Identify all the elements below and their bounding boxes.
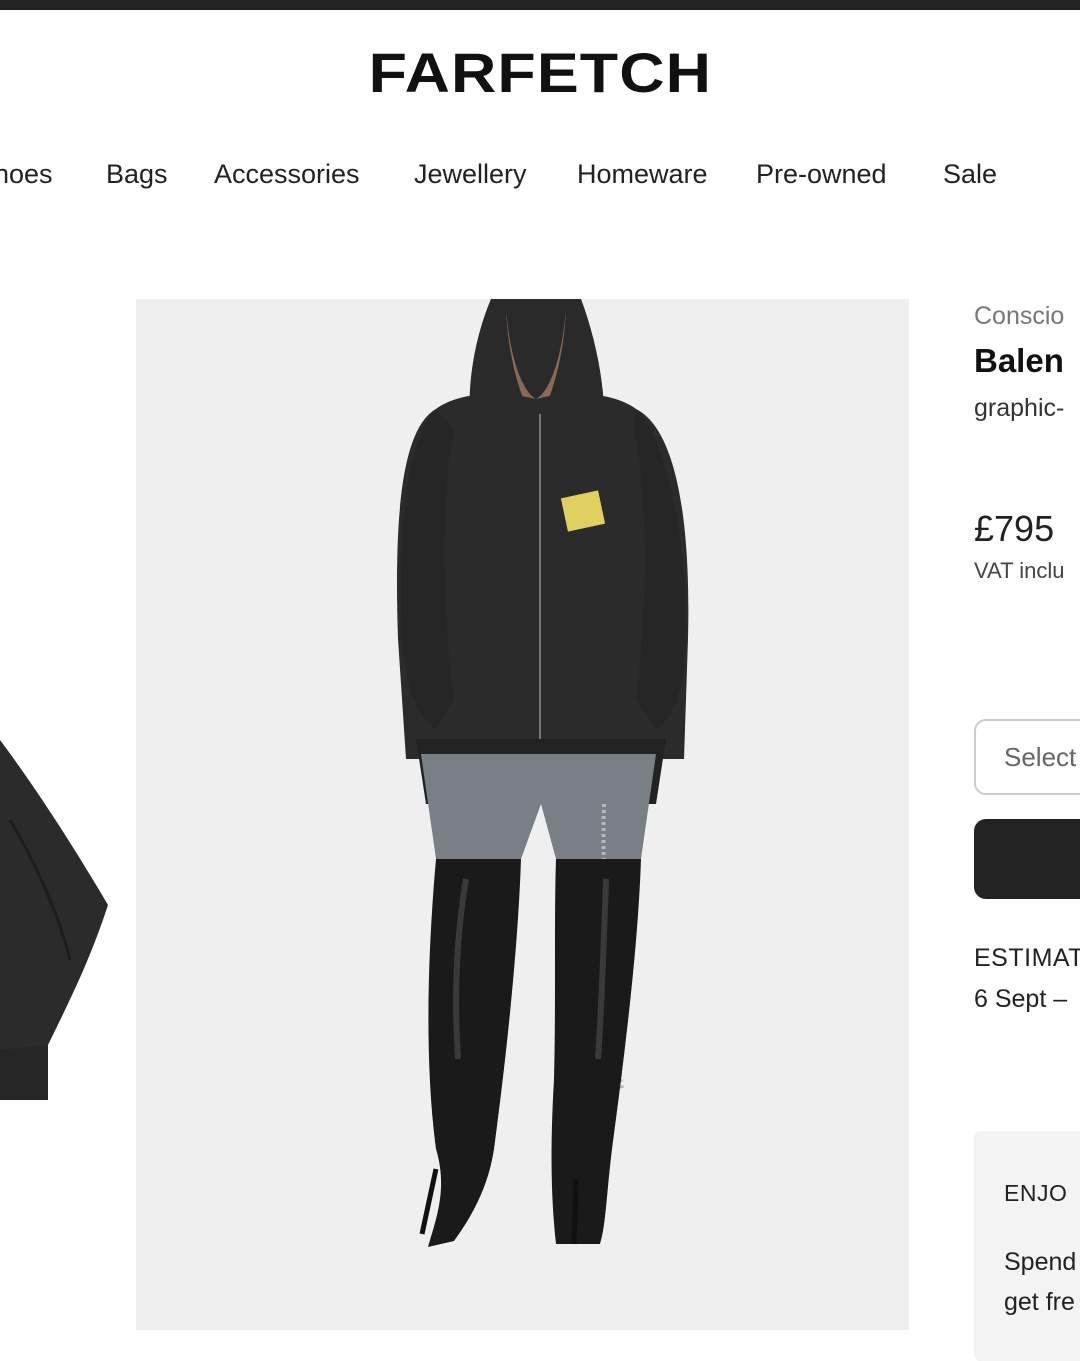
size-select-placeholder: Select xyxy=(1004,742,1077,772)
nav-item-pre-owned[interactable]: Pre-owned xyxy=(756,152,887,196)
promo-title: ENJO xyxy=(1004,1180,1068,1206)
hoodie-sleeve-image xyxy=(0,700,115,1110)
add-to-bag-button[interactable] xyxy=(974,819,1080,899)
promo-text-line1: Spend xyxy=(1004,1248,1077,1276)
size-select[interactable]: Select xyxy=(974,719,1080,795)
nav-item-jewellery[interactable]: Jewellery xyxy=(414,152,527,196)
product-tagline: Conscio xyxy=(974,302,1065,330)
promo-text-line2: get fre xyxy=(1004,1288,1075,1316)
nav-item-sale[interactable]: Sale xyxy=(943,152,997,196)
category-nav: hoes Bags Accessories Jewellery Homeware… xyxy=(0,152,1080,196)
product-designer[interactable]: Balen xyxy=(974,342,1064,380)
product-price: £795 xyxy=(974,508,1055,549)
estimated-delivery-date: 6 Sept – xyxy=(974,985,1068,1013)
nav-item-accessories[interactable]: Accessories xyxy=(214,152,360,196)
logo-text: FARFETCH xyxy=(368,41,712,104)
product-description: graphic- xyxy=(974,394,1065,422)
estimated-delivery-label: ESTIMAT xyxy=(974,944,1080,972)
top-bar xyxy=(0,0,1080,10)
gallery-thumbnail-image[interactable] xyxy=(0,700,115,1110)
promo-panel xyxy=(974,1131,1080,1361)
farfetch-logo[interactable]: FARFETCH xyxy=(0,38,1080,108)
vat-note: VAT inclu xyxy=(974,558,1065,583)
nav-item-homeware[interactable]: Homeware xyxy=(577,152,708,196)
nav-item-shoes[interactable]: hoes xyxy=(0,152,53,196)
product-main-image[interactable] xyxy=(136,299,909,1330)
nav-item-bags[interactable]: Bags xyxy=(106,152,168,196)
model-hoodie-image xyxy=(136,299,909,1330)
